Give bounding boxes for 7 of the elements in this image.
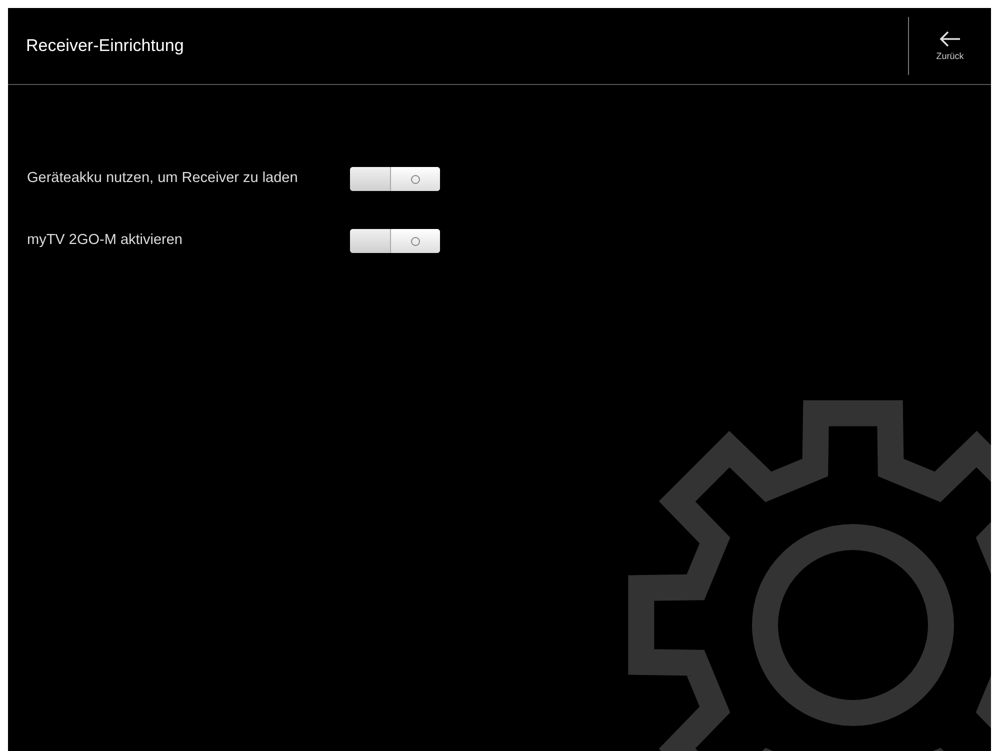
toggle-switch[interactable]	[350, 167, 440, 191]
toggle-switch[interactable]	[350, 229, 440, 253]
page-title: Receiver-Einrichtung	[25, 36, 185, 56]
back-button[interactable]: Zurück	[909, 8, 991, 84]
setting-label: Geräteakku nutzen, um Receiver zu laden	[27, 169, 299, 188]
back-arrow-icon	[939, 31, 961, 47]
setting-label: myTV 2GO-M aktivieren	[27, 231, 184, 250]
